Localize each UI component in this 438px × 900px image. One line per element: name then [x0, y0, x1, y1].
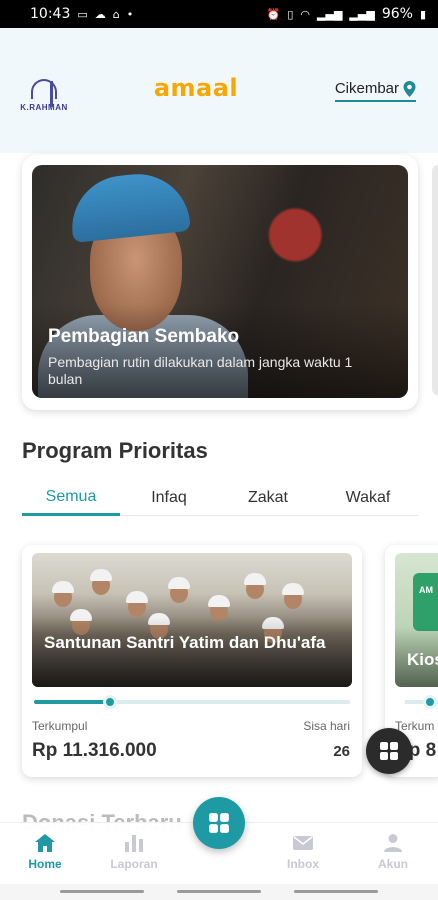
person-icon	[384, 834, 402, 852]
tab-infaq[interactable]: Infaq	[120, 480, 218, 516]
progress-knob	[102, 695, 117, 709]
section-title: Program Prioritas	[22, 438, 208, 463]
program-card-title: Santunan Santri Yatim dan Dhu'afa	[44, 633, 326, 652]
status-right: ⏰ ▯ ◠ ▂▄▆ ▂▄▆ 96% ▮	[267, 6, 426, 22]
collected-amount: Rp 11.316.000	[32, 740, 157, 761]
nav-inbox[interactable]: Inbox	[263, 833, 343, 871]
grid-icon	[209, 813, 229, 833]
floating-menu-button[interactable]	[366, 728, 412, 774]
system-nav-handle[interactable]	[60, 890, 144, 893]
grid-icon	[380, 742, 398, 760]
bar-chart-icon	[125, 835, 143, 852]
collected-label: Terkumpul	[32, 719, 88, 733]
program-tabs: Semua Infaq Zakat Wakaf	[22, 480, 418, 516]
envelope-icon	[293, 836, 313, 850]
location-label: Cikembar	[334, 80, 399, 97]
tab-zakat[interactable]: Zakat	[218, 480, 318, 516]
battery-icon: ▮	[419, 7, 426, 21]
nav-home[interactable]: Home	[5, 833, 85, 871]
location-selector[interactable]: Cikembar	[334, 80, 416, 102]
center-menu-button[interactable]	[193, 797, 245, 849]
mosque-logo[interactable]: K.RAHMAN	[20, 70, 68, 112]
banner-description: Pembagian rutin dilakukan dalam jangka w…	[48, 354, 353, 387]
nav-label: Inbox	[287, 857, 319, 871]
program-badge: AM	[413, 573, 438, 631]
next-banner-peek[interactable]	[432, 165, 438, 395]
signal-icon: ▂▄▆	[349, 7, 375, 21]
progress-bar	[405, 695, 438, 709]
vibrate-icon: ▯	[287, 7, 294, 21]
map-pin-icon	[403, 80, 416, 97]
tab-wakaf[interactable]: Wakaf	[318, 480, 418, 516]
brand-name: amaal	[153, 74, 239, 102]
logo-dome-icon	[31, 79, 57, 107]
tab-semua[interactable]: Semua	[22, 480, 120, 516]
progress-knob	[423, 695, 437, 709]
remaining-days-label: Sisa hari	[303, 719, 350, 733]
dot-icon: •	[126, 7, 134, 21]
banner-image: Pembagian Sembako Pembagian rutin dilaku…	[32, 165, 408, 398]
app-header: K.RAHMAN amaal Cikembar	[0, 28, 438, 153]
nav-akun[interactable]: Akun	[353, 833, 433, 871]
nav-laporan[interactable]: Laporan	[94, 833, 174, 871]
status-time: 10:43	[30, 6, 71, 22]
remaining-days: 26	[333, 743, 350, 760]
brand-logo: amaal	[150, 74, 242, 102]
wifi-icon: ◠	[300, 7, 311, 21]
progress-bar	[34, 695, 350, 709]
screen-icon: ▭	[77, 7, 88, 21]
status-bar: 10:43 ▭ ☁ ⌂ • ⏰ ▯ ◠ ▂▄▆ ▂▄▆ 96% ▮	[0, 0, 438, 28]
program-card-title: Kios	[407, 650, 438, 669]
progress-fill	[34, 700, 110, 704]
featured-banner[interactable]: Pembagian Sembako Pembagian rutin dilaku…	[22, 155, 418, 410]
program-card[interactable]: Santunan Santri Yatim dan Dhu'afa Terkum…	[22, 545, 362, 777]
program-card-image: Santunan Santri Yatim dan Dhu'afa	[32, 553, 352, 687]
banner-title: Pembagian Sembako	[48, 326, 240, 347]
signal-icon: ▂▄▆	[317, 7, 343, 21]
mosque-icon: ⌂	[112, 7, 120, 21]
nav-label: Home	[28, 857, 62, 871]
alarm-icon: ⏰	[266, 7, 281, 21]
logo-text: K.RAHMAN	[20, 103, 68, 112]
home-icon	[35, 834, 55, 852]
system-navigation-bar	[0, 884, 438, 900]
cloud-icon: ☁	[94, 7, 106, 21]
nav-label: Akun	[378, 857, 408, 871]
system-nav-handle[interactable]	[294, 890, 378, 893]
status-left: 10:43 ▭ ☁ ⌂ •	[30, 6, 133, 22]
nav-label: Laporan	[110, 857, 158, 871]
battery-percent: 96%	[381, 6, 413, 22]
system-nav-handle[interactable]	[177, 890, 261, 893]
